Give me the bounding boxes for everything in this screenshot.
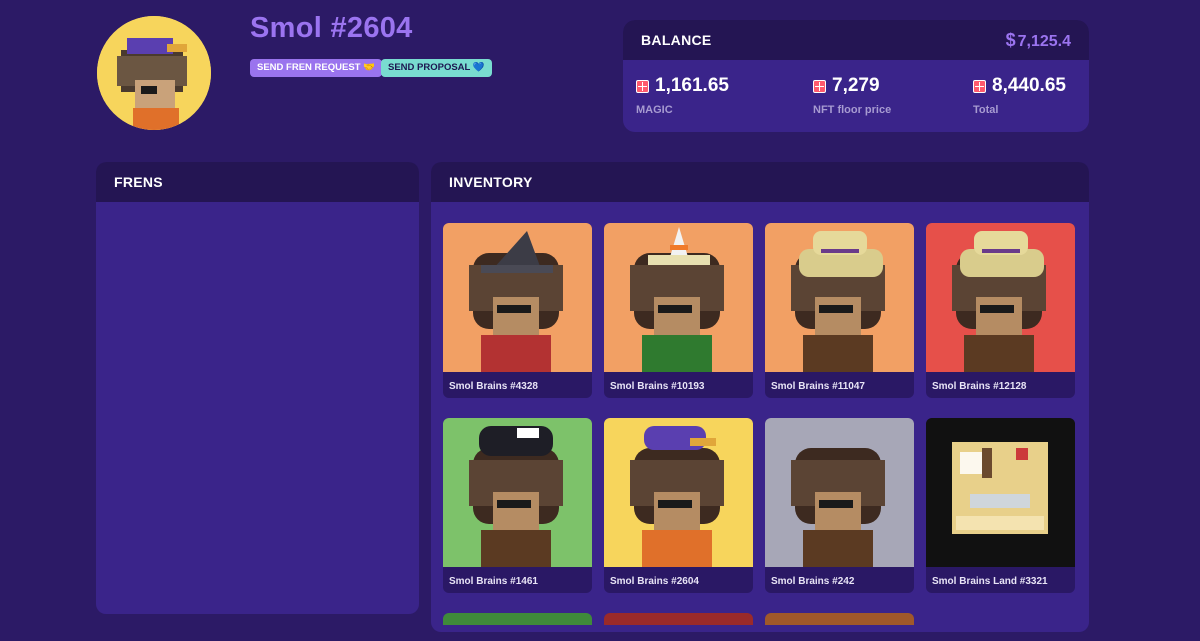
smol-brain-image bbox=[765, 418, 914, 567]
smol-brain-image bbox=[604, 418, 753, 567]
inventory-card[interactable]: Smol Brains #4328 bbox=[443, 223, 592, 398]
inventory-card-label: Smol Brains #10193 bbox=[610, 381, 705, 392]
stat-label: Total bbox=[973, 104, 999, 116]
profile-avatar bbox=[97, 16, 211, 130]
inventory-card-partial[interactable] bbox=[765, 613, 914, 625]
inventory-card-label: Smol Brains #11047 bbox=[771, 381, 865, 392]
inventory-card[interactable]: Smol Brains #11047 bbox=[765, 223, 914, 398]
inventory-grid: Smol Brains #4328 Smol Brains #10193 Smo… bbox=[443, 223, 1083, 625]
balance-card: BALANCE $7,125.4 1,161.65 MAGIC 7,279 NF… bbox=[623, 20, 1089, 132]
inventory-card-label: Smol Brains #242 bbox=[771, 576, 855, 587]
inventory-card[interactable]: Smol Brains #1461 bbox=[443, 418, 592, 593]
inventory-panel: INVENTORY Smol Brains #4328 Smol Brains … bbox=[431, 162, 1089, 632]
balance-title: BALANCE bbox=[641, 32, 712, 48]
inventory-card-label: Smol Brains #2604 bbox=[610, 576, 699, 587]
stat-total: 8,440.65 Total bbox=[973, 75, 1066, 116]
smol-brain-image bbox=[765, 223, 914, 372]
magic-icon bbox=[813, 79, 826, 93]
inventory-card-label: Smol Brains Land #3321 bbox=[932, 576, 1048, 587]
inventory-card[interactable]: Smol Brains #10193 bbox=[604, 223, 753, 398]
inventory-card-label: Smol Brains #12128 bbox=[932, 381, 1027, 392]
profile-name: Smol #2604 bbox=[250, 12, 413, 44]
magic-icon bbox=[973, 79, 986, 93]
stat-magic: 1,161.65 MAGIC bbox=[636, 75, 729, 116]
inventory-card[interactable]: Smol Brains Land #3321 bbox=[926, 418, 1075, 593]
smol-brain-image bbox=[926, 223, 1075, 372]
stat-nft-floor: 7,279 NFT floor price bbox=[813, 75, 891, 116]
inventory-card[interactable]: Smol Brains #2604 bbox=[604, 418, 753, 593]
send-fren-request-button[interactable]: SEND FREN REQUEST 🤝 bbox=[250, 59, 382, 77]
dollar-icon: $ bbox=[1005, 29, 1016, 50]
stat-value: 1,161.65 bbox=[655, 75, 729, 96]
inventory-card-partial[interactable] bbox=[604, 613, 753, 625]
inventory-card-partial[interactable] bbox=[443, 613, 592, 625]
frens-title: FRENS bbox=[96, 162, 419, 202]
stat-label: MAGIC bbox=[636, 104, 673, 116]
balance-usd-value: 7,125.4 bbox=[1017, 32, 1071, 50]
balance-usd: $7,125.4 bbox=[1006, 30, 1071, 51]
inventory-title: INVENTORY bbox=[431, 162, 1089, 202]
stat-value: 8,440.65 bbox=[992, 75, 1066, 96]
stat-value: 7,279 bbox=[832, 75, 880, 96]
smol-brain-image bbox=[443, 418, 592, 567]
balance-header: BALANCE $7,125.4 bbox=[623, 20, 1089, 60]
smol-land-image bbox=[926, 418, 1075, 567]
send-proposal-button[interactable]: SEND PROPOSAL 💙 bbox=[381, 59, 492, 77]
smol-brain-image bbox=[604, 223, 753, 372]
magic-icon bbox=[636, 79, 649, 93]
frens-panel: FRENS bbox=[96, 162, 419, 614]
inventory-card-label: Smol Brains #1461 bbox=[449, 576, 538, 587]
smol-avatar-image bbox=[97, 16, 211, 130]
inventory-card[interactable]: Smol Brains #12128 bbox=[926, 223, 1075, 398]
smol-brain-image bbox=[443, 223, 592, 372]
stat-label: NFT floor price bbox=[813, 104, 892, 116]
inventory-card[interactable]: Smol Brains #242 bbox=[765, 418, 914, 593]
inventory-card-label: Smol Brains #4328 bbox=[449, 381, 538, 392]
